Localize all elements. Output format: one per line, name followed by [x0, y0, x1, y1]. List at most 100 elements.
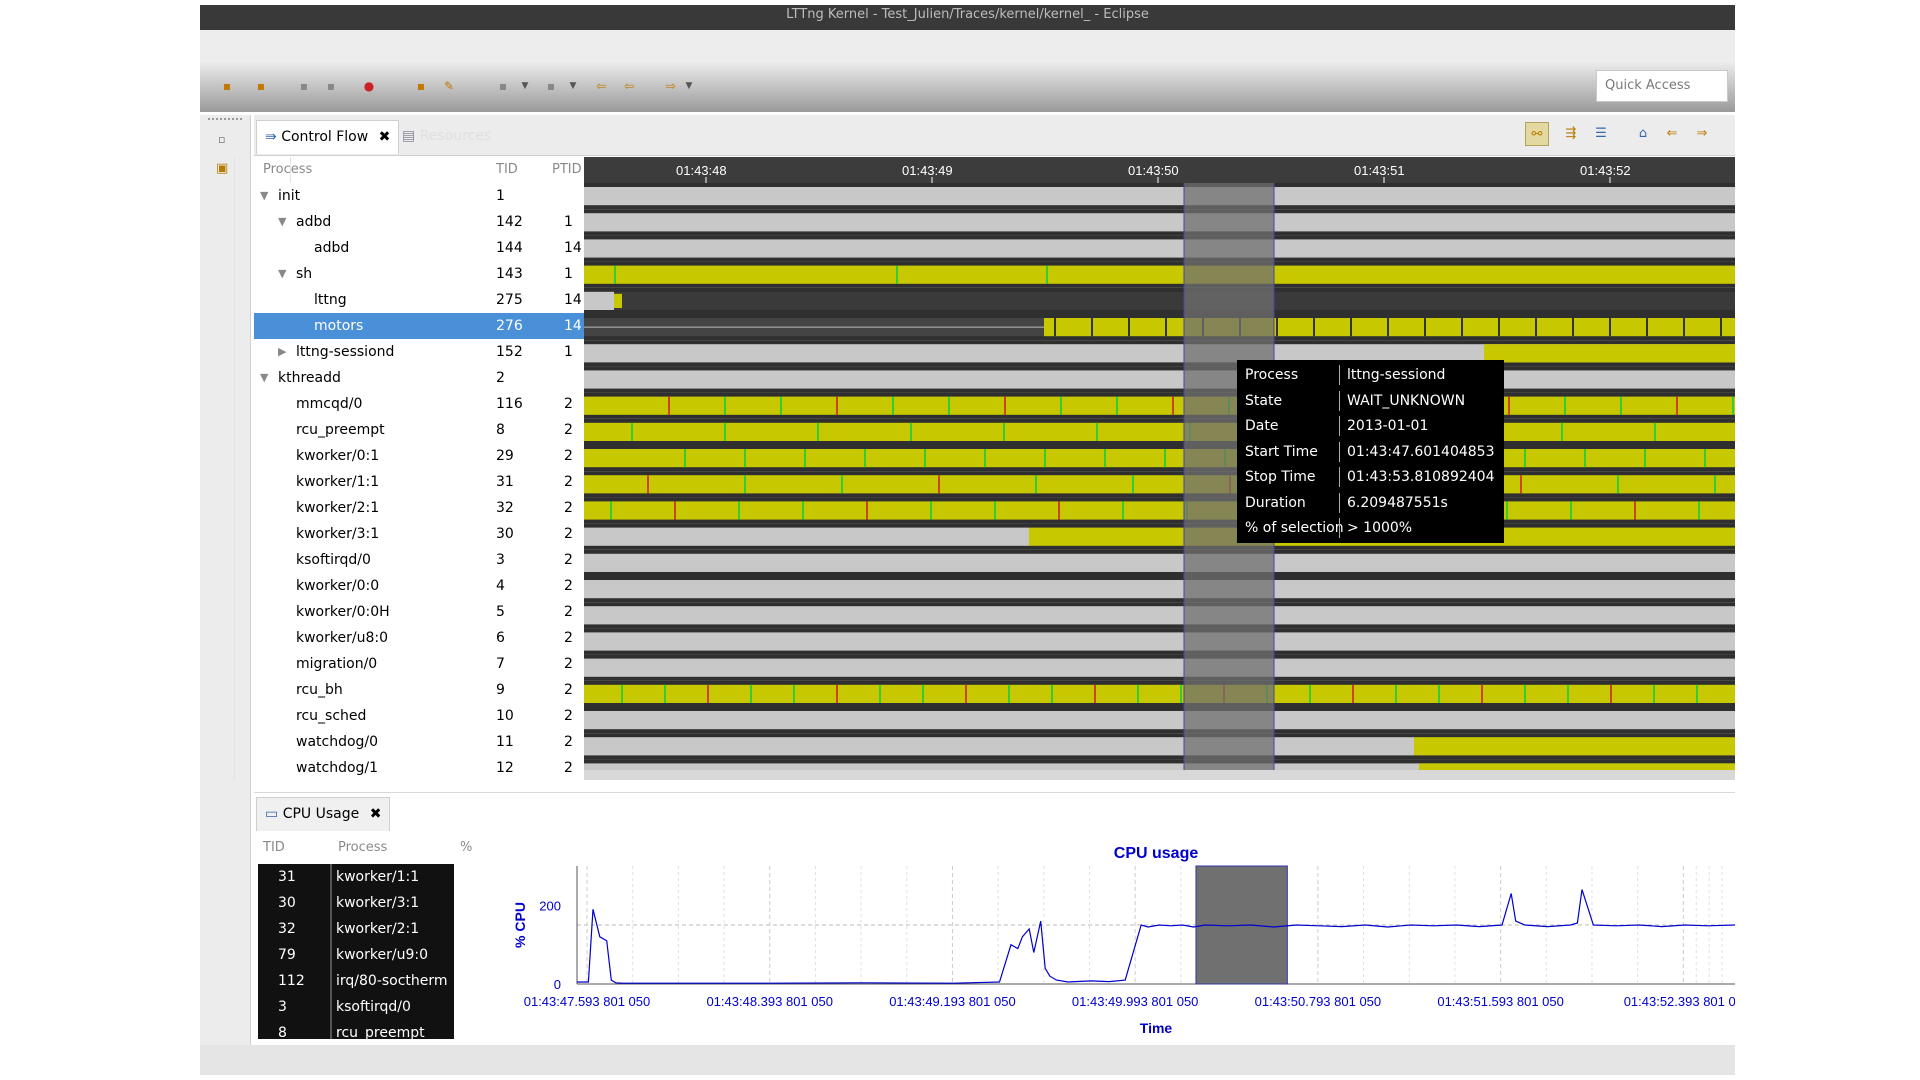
tree-row[interactable]: watchdog/0 11 2 [254, 729, 584, 755]
column-ptid[interactable]: PTID [552, 162, 582, 177]
open-folder-icon[interactable]: ▪ [412, 78, 430, 94]
tree-row[interactable]: kworker/0:1 29 2 [254, 443, 584, 469]
tab-control-flow[interactable]: ⇛ Control Flow ✖ [256, 120, 400, 154]
control-flow-gantt[interactable]: 01:43:48 01:43:49 01:43:50 01:43:51 01:43:52 [584, 157, 1735, 780]
state-event [1676, 396, 1678, 415]
state-bar[interactable] [584, 711, 1735, 730]
state-bar[interactable] [584, 396, 1735, 415]
cpu-row[interactable]: 112 irq/80-soctherm [258, 968, 454, 994]
back-arrow-icon[interactable]: ⇦ [592, 78, 610, 94]
state-bar[interactable] [584, 501, 1735, 520]
tree-row[interactable]: motors 276 14 [254, 313, 584, 339]
state-bar[interactable] [584, 606, 1735, 625]
cpu-row[interactable]: 32 kworker/2:1 [258, 916, 454, 942]
column-tid[interactable]: TID [496, 162, 518, 177]
state-bar[interactable] [584, 632, 1735, 651]
expand-arrow-icon[interactable]: ▼ [278, 209, 286, 235]
restore-icon[interactable]: ▫ [218, 133, 225, 146]
state-bar[interactable] [584, 475, 1735, 494]
state-bar[interactable] [1044, 318, 1735, 337]
column-cpu-percent[interactable]: % [460, 840, 472, 855]
cpu-usage-chart[interactable]: CPU usage % CPU Time 0 200 01:43:47.593 801 0… [505, 836, 1735, 1040]
previous-event-icon[interactable]: ⇐ [1660, 122, 1684, 146]
save-icon[interactable]: ▪ [295, 78, 313, 94]
tree-row[interactable]: ksoftirqd/0 3 2 [254, 547, 584, 573]
quick-access-input[interactable]: Quick Access [1596, 70, 1728, 102]
state-bar[interactable] [614, 293, 622, 308]
cpu-row[interactable]: 8 rcu_preempt [258, 1020, 454, 1039]
tree-row[interactable]: rcu_sched 10 2 [254, 703, 584, 729]
annotation-icon[interactable]: ▪ [494, 78, 512, 94]
close-icon[interactable]: ✖ [379, 129, 391, 145]
state-bar[interactable] [584, 187, 1735, 206]
state-bar[interactable] [584, 265, 1735, 284]
back-icon[interactable]: ⇦ [620, 78, 638, 94]
save-all-icon[interactable]: ▪ [322, 78, 340, 94]
tree-row[interactable]: lttng 275 14 [254, 287, 584, 313]
state-bar[interactable] [584, 291, 614, 310]
chevron-down-icon[interactable]: ▼ [520, 78, 530, 94]
tree-row[interactable]: ▼ init 1 [254, 183, 584, 209]
tree-row[interactable]: ▶ lttng-sessiond 152 1 [254, 339, 584, 365]
brush-icon[interactable]: ✎ [440, 78, 458, 94]
close-icon[interactable]: ✖ [370, 806, 382, 822]
tree-row[interactable]: ▼ sh 143 1 [254, 261, 584, 287]
state-bar[interactable] [584, 370, 1735, 389]
collapse-arrow-icon[interactable]: ▶ [278, 339, 286, 365]
synchronize-icon[interactable]: ⚯ [1525, 122, 1549, 146]
tree-row[interactable]: kworker/0:0 4 2 [254, 573, 584, 599]
reset-scale-icon[interactable]: ⌂ [1631, 122, 1655, 146]
chevron-down-icon[interactable]: ▼ [684, 78, 694, 94]
state-bar[interactable] [584, 239, 1735, 258]
tree-row[interactable]: kworker/3:1 30 2 [254, 521, 584, 547]
column-process[interactable]: Process [263, 162, 312, 177]
tree-row[interactable]: mmcqd/0 116 2 [254, 391, 584, 417]
tree-row[interactable]: ▼ adbd 142 1 [254, 209, 584, 235]
tree-row[interactable]: kworker/2:1 32 2 [254, 495, 584, 521]
cpu-row[interactable]: 30 kworker/3:1 [258, 890, 454, 916]
expand-arrow-icon[interactable]: ▼ [278, 261, 286, 287]
state-bar[interactable] [584, 213, 1735, 232]
tree-row[interactable]: watchdog/1 12 2 [254, 755, 584, 780]
next-event-icon[interactable]: ⇒ [1690, 122, 1714, 146]
state-bar[interactable] [584, 527, 1029, 546]
tree-row[interactable]: rcu_bh 9 2 [254, 677, 584, 703]
tree-row[interactable]: rcu_preempt 8 2 [254, 417, 584, 443]
new-icon[interactable]: ▪ [218, 78, 236, 94]
tree-row[interactable]: ▼ kthreadd 2 [254, 365, 584, 391]
column-cpu-process[interactable]: Process [338, 840, 387, 855]
horizontal-scrollbar[interactable] [584, 770, 1735, 780]
state-bar[interactable] [584, 684, 1735, 703]
project-explorer-icon[interactable]: ▣ [216, 161, 228, 176]
optimize-icon[interactable]: ⇶ [1559, 122, 1583, 146]
process-tid: 152 [496, 344, 523, 360]
show-legend-icon[interactable]: ☰ [1589, 122, 1613, 146]
state-bar[interactable] [584, 737, 1414, 756]
annotation-next-icon[interactable]: ▪ [542, 78, 560, 94]
tree-row[interactable]: migration/0 7 2 [254, 651, 584, 677]
state-bar[interactable] [1484, 344, 1735, 363]
state-bar[interactable] [584, 553, 1735, 572]
cpu-row[interactable]: 3 ksoftirqd/0 [258, 994, 454, 1020]
record-icon[interactable]: ● [360, 78, 378, 94]
cpu-row[interactable]: 31 kworker/1:1 [258, 864, 454, 890]
tree-row[interactable]: kworker/0:0H 5 2 [254, 599, 584, 625]
state-bar[interactable] [584, 449, 1735, 468]
trim-handle[interactable] [208, 118, 242, 121]
column-cpu-tid[interactable]: TID [263, 840, 285, 855]
tab-cpu-usage[interactable]: ▭ CPU Usage ✖ [256, 797, 391, 831]
expand-arrow-icon[interactable]: ▼ [260, 365, 268, 391]
tree-row[interactable]: kworker/u8:0 6 2 [254, 625, 584, 651]
cpu-row[interactable]: 79 kworker/u9:0 [258, 942, 454, 968]
state-bar[interactable] [584, 658, 1735, 677]
tree-row[interactable]: kworker/1:1 31 2 [254, 469, 584, 495]
state-bar[interactable] [1414, 737, 1735, 756]
state-bar[interactable] [584, 580, 1735, 599]
expand-arrow-icon[interactable]: ▼ [260, 183, 268, 209]
tree-row[interactable]: adbd 144 14 [254, 235, 584, 261]
tab-resources[interactable]: ▤ Resources [394, 120, 499, 154]
new-wizard-icon[interactable]: ▪ [252, 78, 270, 94]
forward-icon[interactable]: ⇨ [662, 78, 680, 94]
chevron-down-icon[interactable]: ▼ [568, 78, 578, 94]
state-bar[interactable] [614, 291, 1735, 310]
